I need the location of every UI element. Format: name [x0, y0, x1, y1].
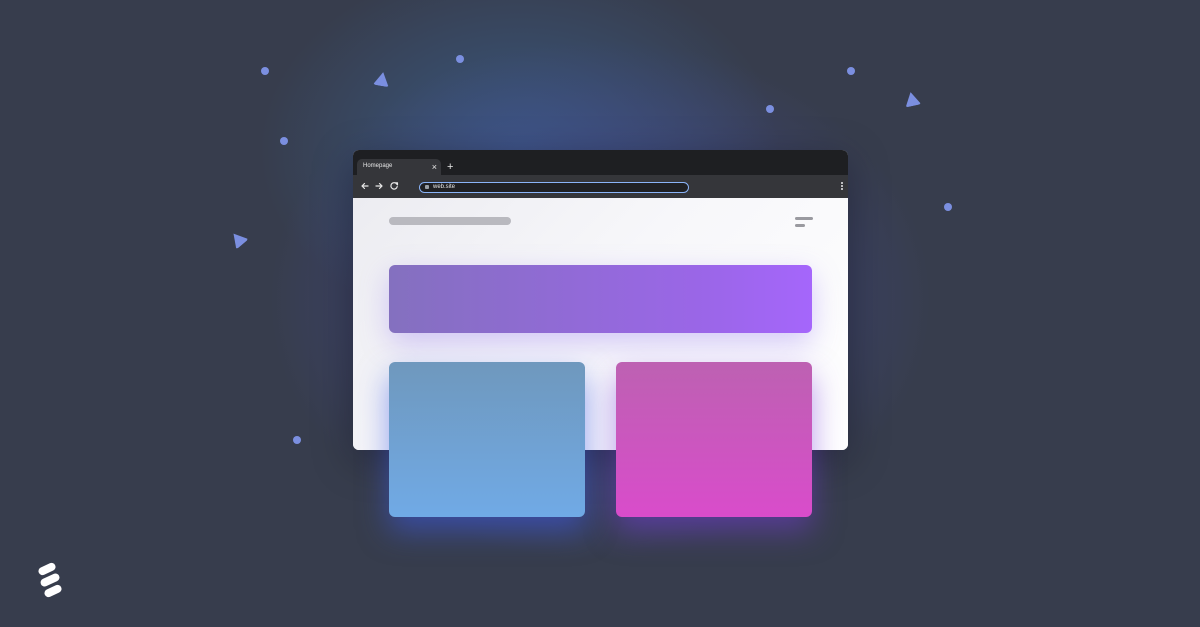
content-card-right [616, 362, 812, 517]
content-card-left [389, 362, 585, 517]
decor-dot [766, 105, 774, 113]
tab-strip: Homepage × + [353, 150, 848, 175]
tab-homepage[interactable]: Homepage × [357, 159, 441, 175]
tab-label: Homepage [363, 163, 393, 169]
decor-dot [847, 67, 855, 75]
decor-dot [261, 67, 269, 75]
more-vert-icon[interactable] [841, 182, 843, 191]
address-bar[interactable]: web.site [419, 182, 689, 193]
hero-banner [389, 265, 812, 333]
decor-triangle [372, 70, 392, 88]
hamburger-menu-icon[interactable] [795, 217, 813, 229]
decor-dot [280, 137, 288, 145]
brand-logo-icon [38, 562, 62, 598]
decor-dot [944, 203, 952, 211]
forward-arrow-icon[interactable] [374, 181, 384, 191]
site-title-placeholder [389, 217, 511, 225]
close-icon[interactable]: × [432, 161, 437, 173]
url-text: web.site [433, 184, 456, 190]
new-tab-icon[interactable]: + [447, 161, 453, 173]
decor-dot [293, 436, 301, 444]
decor-dot [456, 55, 464, 63]
back-arrow-icon[interactable] [360, 181, 370, 191]
reload-icon[interactable] [389, 181, 399, 191]
lock-icon [425, 185, 429, 189]
browser-toolbar: web.site [353, 175, 848, 198]
